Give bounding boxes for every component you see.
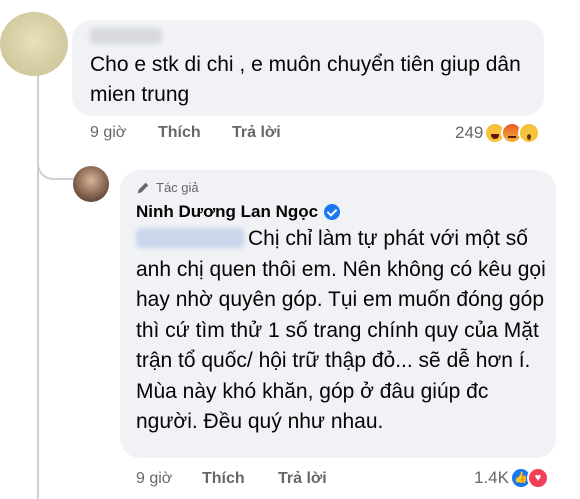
reply-like-button[interactable]: Thích (202, 470, 245, 488)
reply-connector (37, 150, 77, 180)
wow-icon (518, 122, 541, 144)
thread-line-continued (37, 180, 39, 499)
reply-time[interactable]: 9 giờ (136, 470, 172, 488)
commenter-avatar[interactable] (0, 12, 68, 76)
comment-bubble: Cho e stk di chi , e muôn chuyển tiên gi… (72, 20, 544, 116)
comment-text: Cho e stk di chi , e muôn chuyển tiên gi… (90, 53, 521, 106)
author-badge: Tác giả (136, 180, 199, 195)
reply-reply-button[interactable]: Trả lời (278, 470, 327, 488)
author-avatar[interactable] (73, 166, 109, 202)
commenter-name-blurred[interactable] (90, 28, 162, 44)
reply-reactions[interactable]: 1.4K 👍 ♥ (474, 467, 549, 489)
reply-reaction-count: 1.4K (474, 468, 509, 487)
reaction-count: 249 (455, 123, 484, 142)
like-button[interactable]: Thích (158, 124, 201, 142)
author-name[interactable]: Ninh Dương Lan Ngọc (136, 202, 341, 222)
comment-reactions[interactable]: 249 (455, 122, 541, 144)
author-badge-label: Tác giả (156, 180, 199, 195)
comment-time[interactable]: 9 giờ (90, 124, 126, 142)
author-name-text[interactable]: Ninh Dương Lan Ngọc (136, 202, 318, 222)
pen-icon (137, 182, 149, 193)
love-icon: ♥ (526, 467, 549, 489)
reply-text: Chị chỉ làm tự phát với một số anh chị q… (136, 227, 546, 433)
reply-button[interactable]: Trả lời (232, 124, 281, 142)
reply-bubble: Tác giả Ninh Dương Lan Ngọc Chị chỉ làm … (120, 170, 556, 458)
verified-icon (324, 204, 341, 220)
